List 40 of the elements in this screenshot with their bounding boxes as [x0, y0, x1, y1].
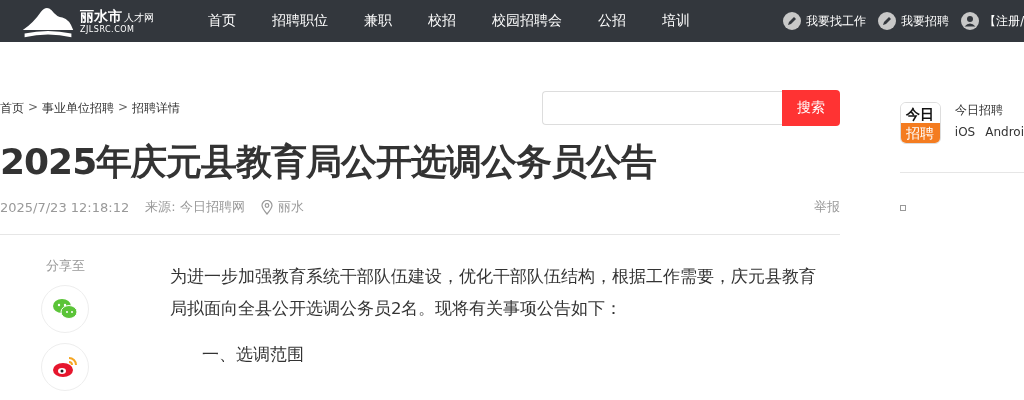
breadcrumb-link[interactable]: 事业单位招聘	[42, 99, 115, 117]
share-label: 分享至	[45, 257, 85, 275]
search-button[interactable]: 搜索	[782, 90, 840, 126]
article-source: 来源: 今日招聘网	[145, 198, 245, 216]
breadcrumb-link[interactable]: 招聘详情	[132, 99, 181, 117]
nav-link[interactable]: 培训	[644, 12, 708, 30]
article-title: 2025年庆元县教育局公开选调公务员公告	[0, 140, 658, 184]
broken-image-icon	[900, 205, 906, 211]
logo-tag: 人才网	[124, 12, 154, 23]
wechat-icon	[52, 298, 78, 320]
user-icon	[961, 12, 980, 30]
article-paragraph: 为进一步加强教育系统干部队伍建设，优化干部队伍结构，根据工作需要，庆元县教育局拟面向全县公开选调公务员2名。现将有关事项公告如下：	[170, 266, 817, 320]
breadcrumb-separator: >	[28, 99, 39, 116]
platform-link[interactable]: Androi	[985, 125, 1024, 139]
edit-icon	[878, 12, 897, 30]
app-icon[interactable]: 今日 招聘	[900, 102, 941, 144]
header-link[interactable]: 我要招聘	[878, 12, 950, 30]
wechat-share-button[interactable]	[41, 285, 89, 333]
search-field[interactable]	[542, 91, 782, 125]
header-link[interactable]: 我要找工作	[783, 12, 867, 30]
platform-link[interactable]: iOS	[954, 125, 976, 139]
edit-icon	[783, 12, 802, 30]
nav-link[interactable]: 公招	[580, 12, 644, 30]
logo-domain: ZJLSRC.COM	[80, 26, 136, 34]
nav-link[interactable]: 校招	[410, 12, 474, 30]
article-location: 丽水	[277, 198, 304, 216]
breadcrumb-link[interactable]: 首页	[0, 99, 24, 117]
article-paragraph: 一、选调范围	[201, 344, 305, 366]
nav-link[interactable]: 兼职	[346, 12, 410, 30]
breadcrumb-separator: >	[118, 99, 129, 116]
location-pin-icon	[260, 199, 273, 215]
nav-link[interactable]: 招聘职位	[254, 12, 346, 30]
weibo-icon	[52, 356, 78, 378]
weibo-share-button[interactable]	[41, 343, 89, 391]
nav-link[interactable]: 校园招聘会	[474, 12, 580, 30]
nav-link[interactable]: 首页	[190, 12, 254, 30]
logo-name: 丽水市	[80, 8, 122, 24]
publish-date: 2025/7/23 12:18:12	[0, 199, 130, 215]
app-name: 今日招聘	[954, 102, 1004, 119]
header-link[interactable]: 【注册/	[961, 12, 1024, 30]
